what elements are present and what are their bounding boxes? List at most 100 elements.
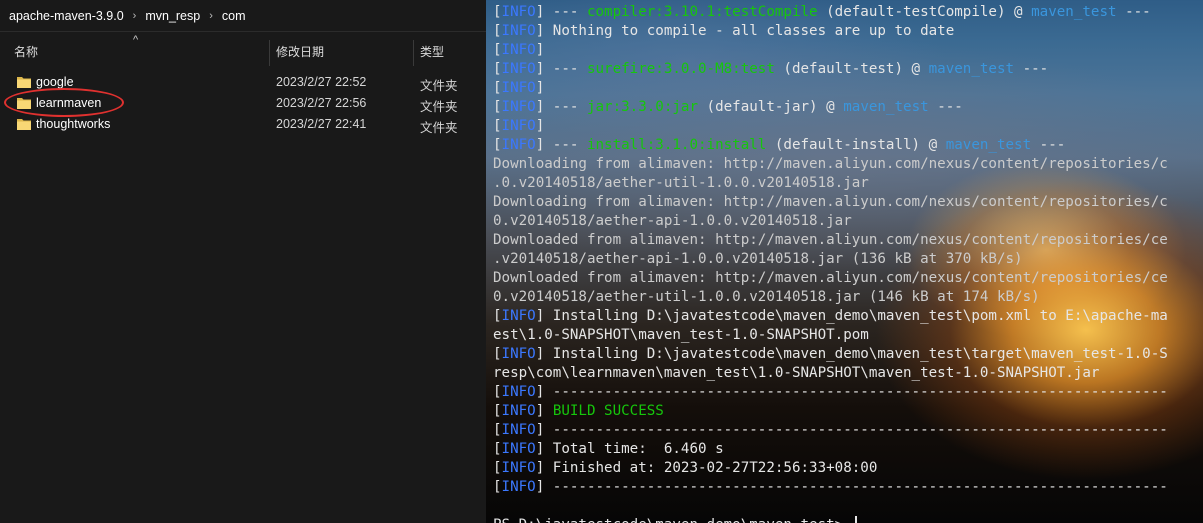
terminal-line: est\1.0-SNAPSHOT\maven_test-1.0-SNAPSHOT… (493, 326, 1203, 345)
terminal-text-segment: jar:3.3.0:jar (586, 99, 699, 115)
terminal-text-segment: INFO (501, 460, 536, 476)
column-divider[interactable] (413, 40, 414, 66)
terminal-text-segment: (default-jar) @ (698, 99, 844, 115)
terminal-text-segment: [ (493, 61, 502, 77)
terminal-text-segment: INFO (501, 384, 536, 400)
terminal-text-segment: (default-test) @ (774, 61, 929, 77)
terminal-window[interactable]: [INFO] --- compiler:3.10.1:testCompile (… (486, 0, 1203, 523)
terminal-text-segment: maven_test (1031, 4, 1117, 20)
terminal-line: [INFO] (493, 117, 1203, 136)
terminal-text-segment: (default-install) @ (766, 137, 946, 153)
terminal-text-segment: [ (493, 308, 502, 324)
terminal-text-segment: [ (493, 137, 502, 153)
list-item[interactable]: thoughtworks 2023/2/27 22:41 文件夹 (0, 114, 486, 135)
terminal-text-segment: ] Installing D:\javatestcode\maven_demo\… (535, 346, 1168, 362)
terminal-text-segment: INFO (501, 80, 536, 96)
terminal-line: PS D:\javatestcode\maven_demo\maven_test… (493, 516, 1203, 523)
terminal-text-segment: Downloaded from alimaven: http://maven.a… (493, 270, 1168, 286)
terminal-text-segment: resp\com\learnmaven\maven_test\1.0-SNAPS… (493, 365, 1100, 381)
breadcrumb-item-apache-maven[interactable]: apache-maven-3.9.0 (5, 9, 128, 23)
terminal-text-segment: [ (493, 4, 502, 20)
terminal-text-segment: ] (535, 118, 545, 134)
terminal-text-segment: maven_test (843, 99, 929, 115)
terminal-line: Downloading from alimaven: http://maven.… (493, 193, 1203, 212)
breadcrumb-item-mvn-resp[interactable]: mvn_resp (141, 9, 204, 23)
terminal-text-segment: ] Installing D:\javatestcode\maven_demo\… (535, 308, 1168, 324)
file-date: 2023/2/27 22:41 (276, 117, 367, 131)
terminal-text-segment: ] (535, 42, 545, 58)
terminal-text-segment: [ (493, 346, 502, 362)
terminal-text-segment: Downloaded from alimaven: http://maven.a… (493, 232, 1168, 248)
terminal-line: Downloading from alimaven: http://maven.… (493, 155, 1203, 174)
terminal-text-segment: --- (1031, 137, 1066, 153)
terminal-text-segment: install:3.1.0:install (586, 137, 767, 153)
terminal-text-segment: compiler:3.10.1:testCompile (586, 4, 818, 20)
terminal-text-segment: (default-testCompile) @ (817, 4, 1032, 20)
file-type: 文件夹 (420, 121, 458, 135)
terminal-text-segment: --- (1014, 61, 1049, 77)
chevron-right-icon: › (209, 9, 213, 22)
terminal-text-segment: [ (493, 460, 502, 476)
terminal-text-segment: INFO (501, 42, 536, 58)
terminal-line: [INFO] BUILD SUCCESS (493, 402, 1203, 421)
terminal-line: resp\com\learnmaven\maven_test\1.0-SNAPS… (493, 364, 1203, 383)
terminal-text-segment: INFO (501, 4, 536, 20)
terminal-text-segment: [ (493, 118, 502, 134)
terminal-line: .v20140518/aether-api-1.0.0.v20140518.ja… (493, 250, 1203, 269)
column-divider[interactable] (269, 40, 270, 66)
terminal-text-segment: surefire:3.0.0-M8:test (586, 61, 775, 77)
list-item[interactable]: google 2023/2/27 22:52 文件夹 (0, 72, 486, 93)
column-header-name[interactable]: 名称 (14, 38, 38, 66)
terminal-text-segment: [ (493, 99, 502, 115)
folder-icon (17, 98, 31, 109)
terminal-text-segment: INFO (501, 308, 536, 324)
terminal-text-segment: INFO (501, 23, 536, 39)
terminal-text-segment: [ (493, 23, 502, 39)
terminal-text-segment: est\1.0-SNAPSHOT\maven_test-1.0-SNAPSHOT… (493, 327, 869, 343)
terminal-text-segment: ] (535, 403, 553, 419)
terminal-text-segment: [ (493, 441, 502, 457)
terminal-text-segment: INFO (501, 441, 536, 457)
terminal-text-segment: [ (493, 479, 502, 495)
terminal-text-segment: BUILD SUCCESS (552, 403, 664, 419)
terminal-text-segment: PS D:\javatestcode\maven_demo\maven_test… (493, 517, 852, 523)
terminal-text-segment: [ (493, 422, 502, 438)
terminal-text-segment: [ (493, 403, 502, 419)
file-name: google (36, 75, 74, 89)
terminal-text-segment: ] --- (535, 99, 587, 115)
terminal-line: [INFO] ---------------------------------… (493, 478, 1203, 497)
breadcrumb[interactable]: apache-maven-3.9.0 › mvn_resp › com (0, 0, 486, 32)
terminal-text-segment: ] (535, 80, 545, 96)
terminal-line: [INFO] (493, 41, 1203, 60)
terminal-text-segment: INFO (501, 403, 536, 419)
terminal-text-segment: Downloading from alimaven: http://maven.… (493, 194, 1168, 210)
folder-icon (17, 119, 31, 130)
terminal-line: [INFO] --- compiler:3.10.1:testCompile (… (493, 3, 1203, 22)
terminal-line: Downloaded from alimaven: http://maven.a… (493, 231, 1203, 250)
terminal-text-segment: ] Nothing to compile - all classes are u… (535, 23, 955, 39)
terminal-line: [INFO] ---------------------------------… (493, 383, 1203, 402)
terminal-text-segment: ] --- (535, 4, 587, 20)
terminal-line: [INFO] Total time: 6.460 s (493, 440, 1203, 459)
terminal-line: 0.v20140518/aether-util-1.0.0.v20140518.… (493, 288, 1203, 307)
list-item[interactable]: learnmaven 2023/2/27 22:56 文件夹 (0, 93, 486, 114)
terminal-text-segment: INFO (501, 99, 536, 115)
file-date: 2023/2/27 22:52 (276, 75, 367, 89)
column-header-date[interactable]: 修改日期 (276, 38, 324, 66)
breadcrumb-item-com[interactable]: com (218, 9, 250, 23)
terminal-text-segment: ] Total time: 6.460 s (535, 441, 724, 457)
terminal-text-segment: 0.v20140518/aether-util-1.0.0.v20140518.… (493, 289, 1040, 305)
terminal-text-segment: maven_test (945, 137, 1032, 153)
terminal-text-segment: INFO (501, 61, 536, 77)
terminal-text-segment: 0.v20140518/aether-api-1.0.0.v20140518.j… (493, 213, 852, 229)
terminal-line: Downloaded from alimaven: http://maven.a… (493, 269, 1203, 288)
terminal-text-segment: Downloading from alimaven: http://maven.… (493, 156, 1168, 172)
terminal-text-segment: [ (493, 384, 502, 400)
terminal-text-segment: ] --- (535, 61, 587, 77)
file-type: 文件夹 (420, 100, 458, 114)
column-header-type[interactable]: 类型 (420, 38, 444, 66)
terminal-text-segment: ] --------------------------------------… (535, 384, 1168, 400)
terminal-text-segment: INFO (501, 118, 536, 134)
file-type: 文件夹 (420, 79, 458, 93)
